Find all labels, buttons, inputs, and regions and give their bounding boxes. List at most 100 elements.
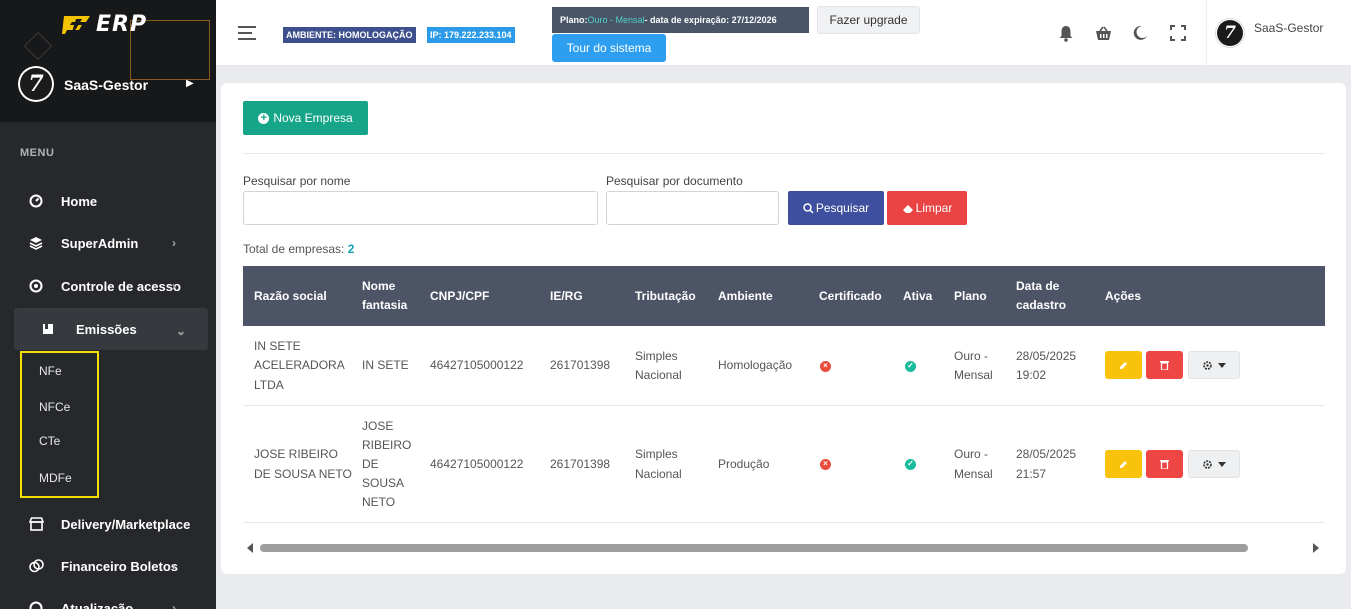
column-header[interactable]: Ações (1105, 266, 1141, 326)
scroll-left-arrow-icon[interactable] (247, 543, 253, 553)
cell-ie: 261701398 (550, 358, 611, 373)
search-button[interactable]: Pesquisar (788, 191, 884, 225)
sidebar-item-label: Emissões (76, 321, 137, 337)
cell-nome-fantasia: IN SETE (362, 358, 409, 373)
search-name-input[interactable] (243, 191, 598, 225)
sidebar-item-home[interactable]: Home (14, 181, 208, 221)
user-menu[interactable]: 7 SaaS-Gestor (1206, 0, 1336, 66)
sidebar-item-label: Delivery/Marketplace (61, 516, 191, 532)
plan-info-banner: Plano: Ouro - Mensal - data de expiração… (552, 7, 809, 33)
refresh-icon (28, 600, 44, 609)
chevron-right-icon: › (172, 601, 176, 609)
sidebar-user-name[interactable]: SaaS-Gestor (64, 77, 148, 93)
column-header[interactable]: Data de cadastro (1016, 266, 1076, 326)
cell-ambiente: Homologação (718, 358, 793, 373)
active-check-icon: ✓ (905, 459, 916, 470)
column-header[interactable]: IE/RG (550, 266, 583, 326)
submenu-item-mdfe[interactable]: MDFe (39, 471, 72, 485)
trash-icon (1160, 460, 1169, 469)
gear-icon (1203, 459, 1212, 469)
sidebar-item-superadmin[interactable]: SuperAdmin › (14, 223, 208, 263)
column-header[interactable]: Ativa (903, 266, 932, 326)
cell-plano: Ouro - Mensal (954, 348, 993, 382)
companies-table: Razão social Nome fantasia CNPJ/CPF IE/R… (243, 266, 1325, 523)
upgrade-button[interactable]: Fazer upgrade (817, 6, 920, 34)
search-button-label: Pesquisar (815, 201, 870, 215)
trash-icon (1160, 361, 1169, 370)
search-name-label: Pesquisar por nome (243, 174, 351, 188)
scrollbar-thumb[interactable] (260, 544, 1248, 552)
app-logo[interactable]: ERP (62, 12, 147, 37)
cell-razao-social: JOSE RIBEIRO DE SOUSA NETO (254, 447, 352, 481)
cell-plano: Ouro - Mensal (954, 447, 993, 481)
cell-cnpj: 46427105000122 (430, 358, 524, 373)
ip-badge: IP: 179.222.233.104 (427, 27, 515, 43)
caret-down-icon (1218, 362, 1226, 368)
submenu-item-nfe[interactable]: NFe (39, 364, 62, 378)
settings-dropdown-button[interactable] (1188, 351, 1240, 379)
horizontal-scrollbar[interactable] (243, 540, 1325, 556)
column-header[interactable]: Nome fantasia (362, 266, 417, 326)
chevron-right-icon: › (172, 236, 176, 250)
sidebar-item-financeiro-boletos[interactable]: Financeiro Boletos › (14, 546, 208, 586)
fullscreen-icon[interactable] (1168, 23, 1188, 43)
avatar[interactable]: 7 (18, 66, 54, 102)
edit-button[interactable] (1105, 351, 1142, 379)
sidebar-item-controle-de-acesso[interactable]: Controle de acesso › (14, 266, 208, 306)
table-row[interactable]: IN SETE ACELERADORA LTDA IN SETE 4642710… (243, 326, 1325, 406)
certificate-invalid-icon: × (820, 360, 831, 372)
sidebar-item-delivery-marketplace[interactable]: Delivery/Marketplace (14, 504, 208, 544)
decorative-diamond (23, 31, 53, 61)
sidebar-item-emissoes[interactable]: Emissões ⌄ (14, 308, 208, 350)
scroll-right-arrow-icon[interactable] (1313, 543, 1319, 553)
submenu-item-cte[interactable]: CTe (39, 434, 60, 448)
column-header[interactable]: Tributação (635, 266, 696, 326)
column-header[interactable]: Plano (954, 266, 987, 326)
search-document-label: Pesquisar por documento (606, 174, 743, 188)
moon-icon[interactable] (1130, 23, 1150, 43)
active-check-icon: ✓ (905, 360, 916, 372)
delete-button[interactable] (1146, 351, 1183, 379)
edit-button[interactable] (1105, 450, 1142, 478)
plan-expiration: - data de expiração: 27/12/2026 (644, 15, 777, 25)
tour-button[interactable]: Tour do sistema (552, 34, 666, 62)
avatar-initial: 7 (1217, 20, 1243, 46)
certificate-invalid-icon: × (820, 459, 831, 470)
column-header[interactable]: CNPJ/CPF (430, 266, 489, 326)
clear-button[interactable]: Limpar (887, 191, 967, 225)
hamburger-menu-icon[interactable] (238, 26, 256, 40)
bookmark-icon (40, 321, 56, 337)
sidebar-item-label: Controle de acesso (61, 278, 181, 294)
gear-icon (1203, 360, 1212, 370)
sidebar: ERP 7 SaaS-Gestor ▶ MENU Home SuperAdmin… (0, 0, 216, 609)
sidebar-item-label: Home (61, 193, 98, 209)
sidebar-item-atualizacao[interactable]: Atualização › (14, 588, 208, 609)
cell-ativa: ✓ (905, 406, 916, 523)
table-row[interactable]: JOSE RIBEIRO DE SOUSA NETO JOSE RIBEIRO … (243, 406, 1325, 523)
column-header[interactable]: Ambiente (718, 266, 773, 326)
clear-button-label: Limpar (915, 201, 953, 215)
cell-cnpj: 46427105000122 (430, 456, 524, 471)
column-header[interactable]: Certificado (819, 266, 882, 326)
avatar-initial: 7 (20, 68, 52, 100)
delete-button[interactable] (1146, 450, 1183, 478)
search-icon (803, 202, 814, 214)
column-header[interactable]: Razão social (254, 266, 327, 326)
cell-certificado: × (820, 326, 831, 406)
table-header: Razão social Nome fantasia CNPJ/CPF IE/R… (243, 266, 1325, 326)
bell-icon[interactable] (1056, 23, 1076, 43)
environment-badge: AMBIENTE: HOMOLOGAÇÃO (283, 27, 416, 43)
new-company-button[interactable]: + Nova Empresa (243, 101, 368, 135)
submenu-item-nfce[interactable]: NFCe (39, 400, 70, 414)
cell-data-cadastro: 28/05/2025 21:57 (1016, 447, 1077, 481)
search-document-input[interactable] (606, 191, 779, 225)
sidebar-header: ERP 7 SaaS-Gestor ▶ (0, 0, 216, 122)
settings-dropdown-button[interactable] (1188, 450, 1240, 478)
avatar: 7 (1215, 18, 1245, 48)
new-company-label: Nova Empresa (273, 111, 353, 125)
chevron-right-icon: › (172, 279, 176, 293)
caret-right-icon[interactable]: ▶ (186, 78, 194, 89)
basket-icon[interactable] (1093, 23, 1113, 43)
topbar: AMBIENTE: HOMOLOGAÇÃO IP: 179.222.233.10… (216, 0, 1351, 66)
coins-icon (28, 558, 44, 574)
